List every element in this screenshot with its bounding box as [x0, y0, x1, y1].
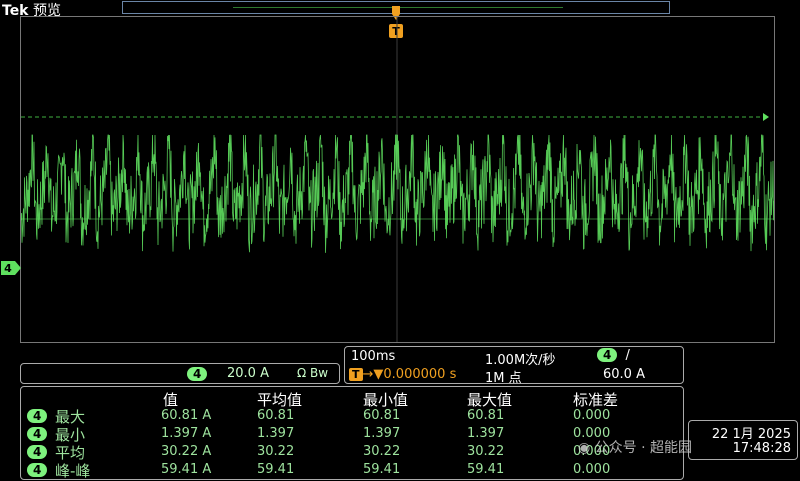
row-mean: 30.22 — [257, 444, 295, 459]
row-value: 30.22 A — [161, 444, 212, 459]
row-min: 59.41 — [363, 462, 401, 477]
trigger-t-icon: T — [349, 368, 363, 381]
bandwidth-icon: Ω Bw — [297, 366, 329, 380]
record-length: 1M 点 — [485, 371, 522, 386]
time-label: 17:48:28 — [732, 441, 791, 456]
waveform-svg — [21, 17, 774, 342]
waveform-display[interactable] — [20, 16, 775, 343]
row-min: 30.22 — [363, 444, 401, 459]
row-std: 0.000 — [573, 462, 611, 477]
row-mean: 60.81 — [257, 408, 295, 423]
row-value: 1.397 A — [161, 426, 212, 441]
measurement-table[interactable]: 值 平均值 最小值 最大值 标准差 4 最大 60.81 A 60.81 60.… — [20, 386, 684, 480]
row-min: 60.81 — [363, 408, 401, 423]
row-value: 60.81 A — [161, 408, 212, 423]
channel-marker-label: 4 — [4, 262, 12, 275]
datetime-panel[interactable]: 22 1月 2025 17:48:28 — [688, 420, 798, 460]
row-max: 30.22 — [467, 444, 505, 459]
header-value: 值 — [163, 391, 179, 409]
trigger-level-arrow-icon — [763, 113, 769, 121]
row-max: 60.81 — [467, 408, 505, 423]
channel-badge: 4 — [187, 367, 208, 381]
row-channel-badge: 4 — [27, 463, 48, 477]
trigger-source-badge: 4 / — [597, 348, 630, 363]
row-label: 峰-峰 — [55, 462, 91, 480]
channel-4-ground-marker[interactable]: 4 — [0, 260, 22, 276]
row-channel-badge: 4 — [27, 409, 48, 423]
row-value: 59.41 A — [161, 462, 212, 477]
trigger-arrow-icon: →▼ — [362, 367, 384, 382]
channel-scale: 20.0 A — [227, 366, 269, 381]
row-mean: 1.397 — [257, 426, 295, 441]
trigger-slope-icon: / — [625, 348, 630, 363]
row-mean: 59.41 — [257, 462, 295, 477]
header-min: 最小值 — [363, 391, 409, 409]
trigger-position: T →▼0.000000 s — [349, 367, 456, 382]
wechat-icon: ◉ — [578, 440, 591, 456]
row-channel-badge: 4 — [27, 445, 48, 459]
timebase-panel[interactable]: 100ms 1.00M次/秒 4 / T →▼0.000000 s 1M 点 60… — [344, 346, 684, 386]
header-mean: 平均值 — [257, 391, 303, 409]
row-max: 1.397 — [467, 426, 505, 441]
trigger-level: 60.0 A — [603, 367, 645, 382]
time-scale: 100ms — [351, 349, 396, 364]
channel-settings-panel[interactable]: 4 20.0 A Ω Bw — [20, 363, 340, 384]
watermark-text: ◉ 公众号 · 超能园 — [578, 440, 693, 456]
header-max: 最大值 — [467, 391, 513, 409]
header-std: 标准差 — [573, 391, 619, 409]
date-label: 22 1月 2025 — [711, 427, 791, 442]
row-std: 0.000 — [573, 408, 611, 423]
row-channel-badge: 4 — [27, 427, 48, 441]
row-min: 1.397 — [363, 426, 401, 441]
row-max: 59.41 — [467, 462, 505, 477]
sample-rate: 1.00M次/秒 — [485, 353, 556, 368]
